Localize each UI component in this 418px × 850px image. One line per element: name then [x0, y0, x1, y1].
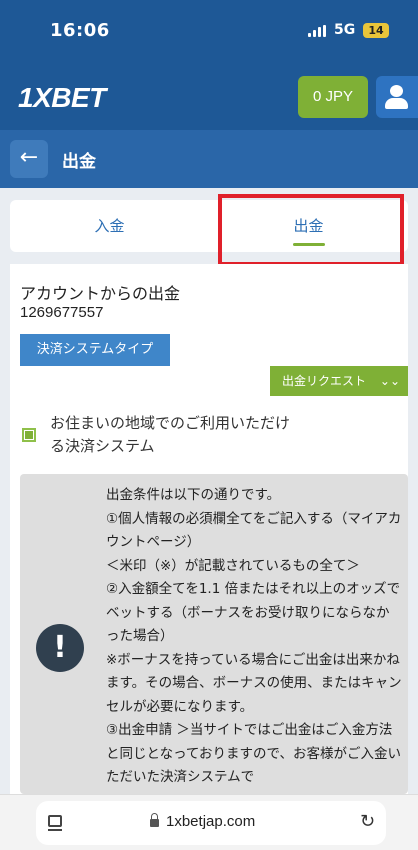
tab-deposit[interactable]: 入金 [10, 200, 209, 252]
notice-line: 出金条件は以下の通りです。 [106, 487, 281, 503]
notice-line: ＜米印（※）が記載されているもの全て＞ [106, 557, 360, 574]
app-header: 1XBET 0 JPY [0, 64, 418, 130]
withdraw-conditions-notice: ! 出金条件は以下の通りです。 ①個人情報の必須欄全てをご記入する（マイアカウン… [20, 474, 408, 794]
arrow-left-icon: ← [19, 145, 39, 170]
notice-line: ②入金額全てを1.1 倍またはそれ以上のオッズでベットする（ボーナスをお受け取り… [106, 581, 401, 644]
region-filter-label: お住まいの地域でのご利用いただける決済システム [50, 414, 291, 455]
payment-system-type-button[interactable]: 決済システムタイプ [20, 334, 170, 366]
status-time: 16:06 [50, 20, 110, 41]
withdraw-request-label: 出金リクエスト [282, 374, 367, 388]
page-title: 出金 [62, 152, 96, 172]
page-header: ← 出金 [0, 130, 418, 188]
notice-line: ※ボーナスを持っている場合にご出金は出来かねます。その場合、ボーナスの使用、また… [106, 651, 402, 715]
chevron-double-down-icon: ⌄⌄ [379, 374, 400, 388]
address-bar[interactable]: 1xbetjap.com ↻ [36, 801, 386, 845]
withdraw-card: アカウントからの出金 1269677557 決済システムタイプ 出金リクエスト … [10, 264, 408, 794]
exclamation-icon: ! [36, 624, 84, 672]
back-button[interactable]: ← [10, 140, 48, 178]
tabs-icon[interactable] [48, 815, 62, 831]
lock-icon [150, 813, 159, 827]
reload-icon[interactable]: ↻ [360, 811, 375, 832]
account-id: 1269677557 [20, 304, 104, 321]
region-filter-checkbox[interactable] [22, 428, 36, 442]
withdraw-request-button[interactable]: 出金リクエスト ⌄⌄ [270, 366, 408, 396]
browser-toolbar: 1xbetjap.com ↻ [0, 794, 418, 850]
checkbox-check [25, 431, 33, 439]
notice-line: ①個人情報の必須欄全てをご記入する（マイアカウントページ） [106, 510, 402, 551]
highlight-annotation [218, 194, 404, 266]
notice-text: 出金条件は以下の通りです。 ①個人情報の必須欄全てをご記入する（マイアカウントペ… [106, 484, 402, 790]
balance-button[interactable]: 0 JPY [298, 76, 368, 118]
status-bar: 16:06 5G 14 [0, 0, 418, 64]
account-title: アカウントからの出金 [20, 284, 181, 303]
network-type: 5G [334, 22, 356, 38]
battery-icon: 14 [363, 23, 389, 38]
brand-logo[interactable]: 1XBET [18, 82, 106, 114]
notice-line: ③出金申請 ＞当サイトではご出金はご入金方法と同じとなっておりますので、お客様が… [106, 722, 401, 785]
user-button[interactable] [376, 76, 418, 118]
signal-icon [308, 25, 328, 37]
tab-label: 入金 [94, 217, 125, 235]
url-text: 1xbetjap.com [166, 813, 256, 830]
